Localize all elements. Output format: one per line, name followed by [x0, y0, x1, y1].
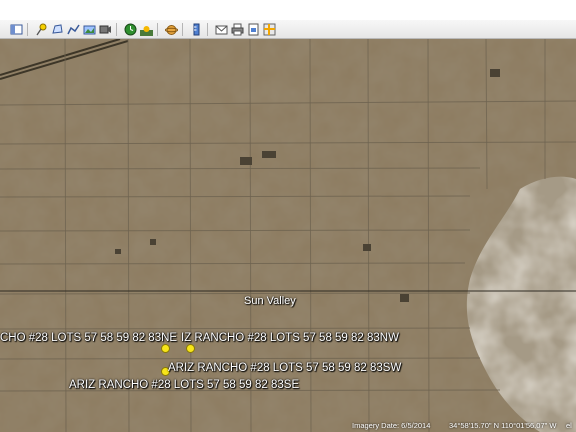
- status-bar: Imagery Date: 6/5/2014 34°58'15.70" N 11…: [0, 420, 576, 432]
- placemark-pin-ne[interactable]: [161, 344, 170, 353]
- add-placemark-button[interactable]: [34, 22, 48, 36]
- sunlight-button[interactable]: [139, 22, 153, 36]
- town-label: Sun Valley: [244, 295, 296, 307]
- add-polygon-button[interactable]: [50, 22, 64, 36]
- toolbar: [0, 20, 576, 39]
- sun-icon: [139, 25, 153, 36]
- placemark-label-se[interactable]: ARIZ RANCHO #28 LOTS 57 58 59 82 83SE: [69, 379, 299, 391]
- imagery-date: Imagery Date: 6/5/2014: [352, 421, 431, 430]
- record-tour-button[interactable]: [98, 22, 112, 36]
- add-image-overlay-button[interactable]: [82, 22, 96, 36]
- maps-icon: [263, 23, 275, 35]
- ruler-button[interactable]: [189, 22, 203, 36]
- ruler-icon: [193, 23, 199, 35]
- path-icon: [66, 24, 80, 34]
- polygon-icon: [51, 23, 63, 34]
- coordinates-readout: 34°58'15.70" N 110°01'56.07" W: [449, 421, 557, 430]
- placemark-label-nw[interactable]: IZ RANCHO #28 LOTS 57 58 59 82 83NW: [181, 332, 399, 344]
- sidebar-icon: [10, 24, 22, 34]
- sidebar-toggle-button[interactable]: [9, 22, 23, 36]
- placemark-label-ne[interactable]: CHO #28 LOTS 57 58 59 82 83NE: [0, 332, 177, 344]
- print-button[interactable]: [230, 22, 244, 36]
- planet-icon: [164, 24, 178, 35]
- save-image-button[interactable]: [246, 22, 260, 36]
- toolbar-separator: [27, 22, 28, 36]
- add-path-button[interactable]: [66, 22, 80, 36]
- view-in-maps-button[interactable]: [262, 22, 276, 36]
- save-image-icon: [248, 23, 258, 35]
- record-tour-icon: [99, 25, 111, 33]
- toolbar-separator: [157, 22, 158, 36]
- email-button[interactable]: [214, 22, 228, 36]
- image-overlay-icon: [83, 25, 95, 34]
- toolbar-separator: [116, 22, 117, 36]
- clock-icon: [124, 23, 136, 35]
- placemark-label-sw[interactable]: ARIZ RANCHO #28 LOTS 57 58 59 82 83SW: [168, 362, 401, 374]
- window-top-strip: [0, 0, 576, 20]
- toolbar-separator: [182, 22, 183, 36]
- placemark-pin-nw[interactable]: [186, 344, 195, 353]
- switch-planet-button[interactable]: [164, 22, 178, 36]
- print-icon: [231, 23, 243, 35]
- email-icon: [215, 25, 227, 34]
- pushpin-icon: [35, 23, 46, 35]
- map-view[interactable]: Sun Valley CHO #28 LOTS 57 58 59 82 83NE…: [0, 39, 576, 432]
- historical-imagery-button[interactable]: [123, 22, 137, 36]
- toolbar-separator: [207, 22, 208, 36]
- elevation-readout: el: [566, 421, 572, 430]
